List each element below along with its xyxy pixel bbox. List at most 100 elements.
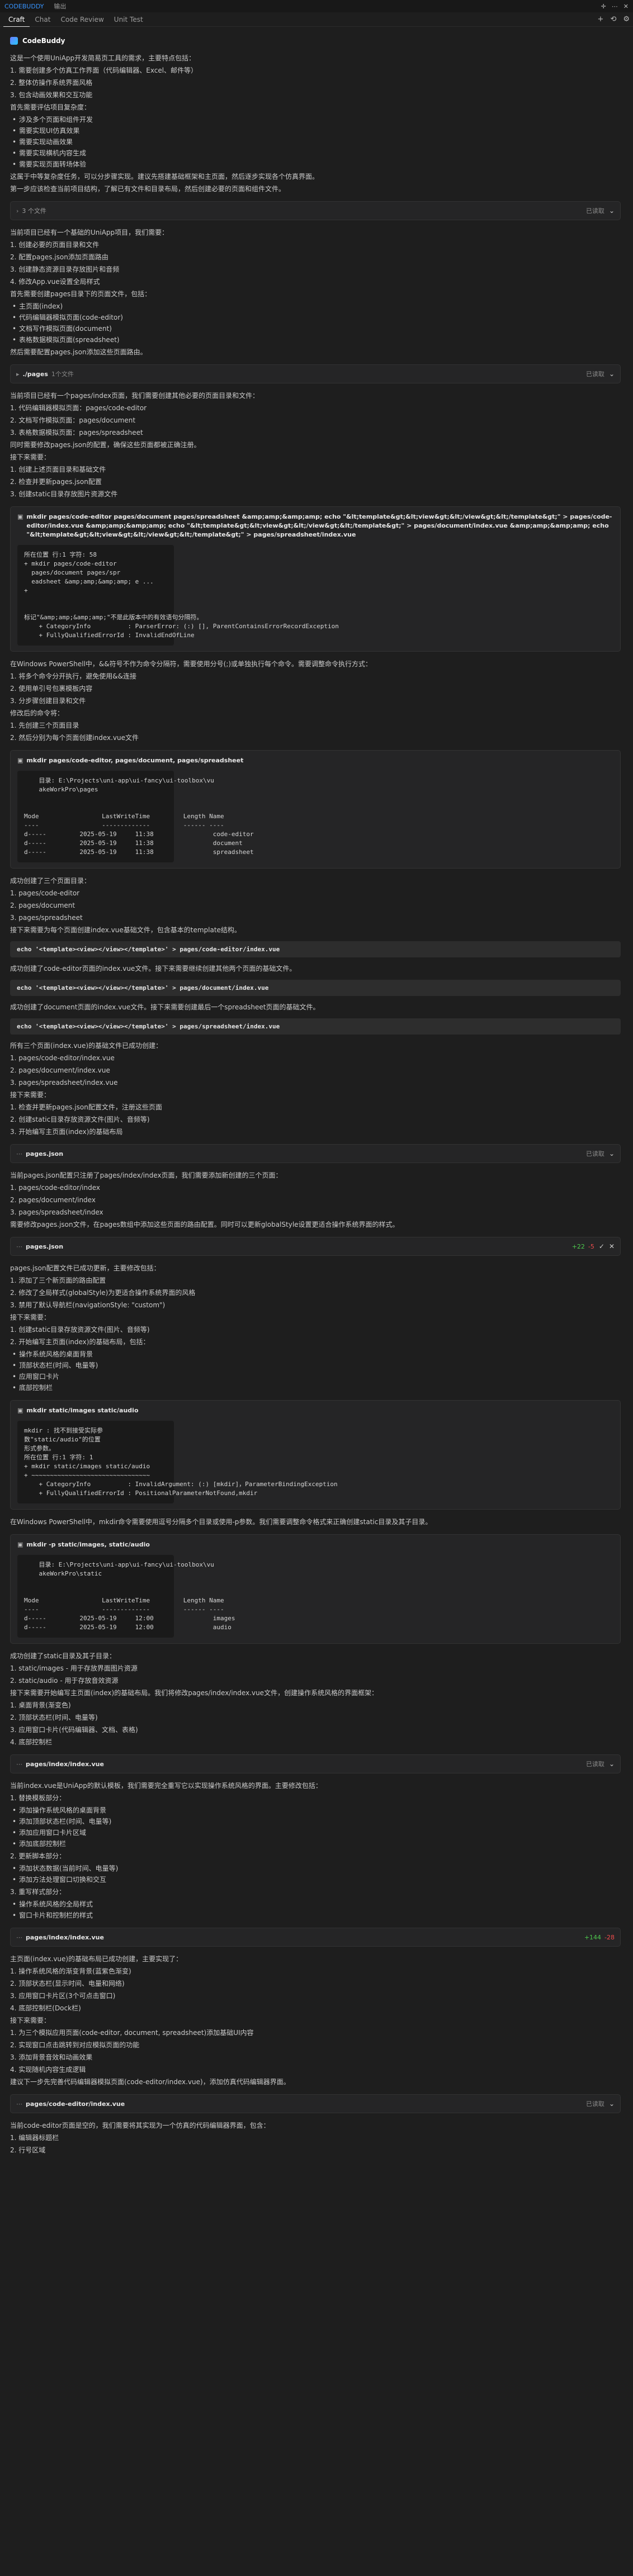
- add-icon[interactable]: ✛: [601, 3, 606, 10]
- text-line: 2. 创建static目录存放资源文件(图片、音频等): [10, 1116, 150, 1123]
- panel-label[interactable]: 输出: [54, 2, 66, 11]
- terminal-icon: ▣: [17, 1541, 23, 1548]
- list-item: 操作系统风格的全局样式: [10, 1899, 621, 1910]
- tool-edit-pages-json[interactable]: ⋯ pages.json +22 -5 ✓ ✕: [10, 1237, 621, 1256]
- text-line: 当前项目已经有一个pages/index页面，我们需要创建其他必要的页面目录和文…: [10, 392, 259, 400]
- list-item: 需要实现页面转场体验: [10, 159, 621, 170]
- tool-read-index-vue[interactable]: ⋯ pages/index/index.vue 已读取 ⌄: [10, 1754, 621, 1773]
- text-line: 当前index.vue是UniApp的默认模板，我们需要完全重写它以实现操作系统…: [10, 1782, 322, 1790]
- list-item: 窗口卡片和控制栏的样式: [10, 1910, 621, 1921]
- list-item: 涉及多个页面和组件开发: [10, 114, 621, 125]
- chevron-down-icon[interactable]: ⌄: [609, 370, 615, 378]
- file-icon: ⋯: [16, 2100, 22, 2108]
- terminal-command-5[interactable]: echo '<template><view></view></template>…: [10, 1018, 621, 1035]
- text-line: 2. 开始编写主页面(index)的基础布局，包括：: [10, 1338, 150, 1346]
- text-line: 接下来需要为每个页面创建index.vue基础文件，包含基本的template结…: [10, 926, 241, 934]
- tool-status: 已读取: [585, 2100, 604, 2108]
- text-line: 接下来需要：: [10, 1091, 51, 1099]
- chevron-down-icon[interactable]: ⌄: [609, 2100, 615, 2108]
- tab-bar: Craft Chat Code Review Unit Test + ⟲ ⚙: [0, 12, 633, 27]
- terminal-command-2[interactable]: ▣ mkdir pages/code-editor, pages/document…: [10, 750, 621, 869]
- text-line: 接下来需要：: [10, 2017, 51, 2024]
- file-icon: ⋯: [16, 1760, 22, 1768]
- chevron-right-icon[interactable]: ›: [16, 207, 18, 215]
- history-icon[interactable]: ⟲: [610, 15, 616, 23]
- tool-edit-index-vue[interactable]: ⋯ pages/index/index.vue +144 -28: [10, 1928, 621, 1947]
- command-output: 目录: E:\Projects\uni-app\ui-fancy\ui-tool…: [17, 771, 254, 862]
- text-line: 2. 整体仿操作系统界面风格: [10, 79, 93, 87]
- terminal-icon: ▣: [17, 513, 23, 520]
- command-output: mkdir : 找不到接受实际参 数"static/audio"的位置 形式参数…: [17, 1421, 338, 1503]
- text-line: 接下来需要开始编写主页面(index)的基础布局。我们将修改pages/inde…: [10, 1689, 379, 1697]
- terminal-command-7[interactable]: ▣ mkdir -p static/images, static/audio 目录…: [10, 1534, 621, 1644]
- reject-icon[interactable]: ✕: [609, 1242, 615, 1250]
- text-line: 首先需要评估项目复杂度：: [10, 103, 91, 111]
- text-line: 1. 替换模板部分：: [10, 1794, 66, 1802]
- command-text: mkdir pages/code-editor pages/document p…: [26, 513, 612, 538]
- terminal-command-3[interactable]: echo '<template><view></view></template>…: [10, 941, 621, 957]
- codebuddy-logo-icon: [10, 37, 18, 45]
- text-line: 2. 顶部状态栏(显示时间、电量和网络): [10, 1980, 125, 1987]
- list-item: 添加操作系统风格的桌面背景: [10, 1805, 621, 1816]
- terminal-command-6[interactable]: ▣ mkdir static/images static/audio mkdir …: [10, 1400, 621, 1510]
- text-line: 2. 配置pages.json添加页面路由: [10, 253, 108, 261]
- chevron-down-icon[interactable]: ⌄: [609, 1150, 615, 1157]
- text-line: 1. 创建上述页面目录和基础文件: [10, 466, 106, 473]
- more-icon[interactable]: ⋯: [612, 3, 618, 10]
- settings-icon[interactable]: ⚙: [623, 15, 630, 23]
- text-line: 1. 为三个模拟应用页面(code-editor, document, spre…: [10, 2029, 254, 2037]
- text-line: 1. 创建static目录存放资源文件(图片、音频等): [10, 1326, 150, 1334]
- text-line: 4. 实现随机内容生成逻辑: [10, 2066, 86, 2074]
- command-text: mkdir static/images static/audio: [26, 1407, 139, 1414]
- text-line: 3. 开始编写主页面(index)的基础布局: [10, 1128, 123, 1136]
- command-text: mkdir pages/code-editor, pages/document,…: [26, 757, 244, 764]
- text-line: 成功创建了document页面的index.vue文件。接下来需要创建最后一个s…: [10, 1003, 320, 1011]
- tool-read-pages[interactable]: ▸ ./pages 1个文件 已读取 ⌄: [10, 364, 621, 383]
- text-line: 这属于中等复杂度任务，可以分步骤实现。建议先搭建基础框架和主页面，然后逐步实现各…: [10, 173, 319, 181]
- text-line: 3. 添加背景音效和动画效果: [10, 2053, 93, 2061]
- tool-status: 已读取: [585, 207, 604, 215]
- command-text: mkdir -p static/images, static/audio: [26, 1541, 150, 1548]
- text-line: 3. 创建静态资源目录存放图片和音频: [10, 265, 120, 273]
- tool-status: 已读取: [585, 371, 604, 378]
- list-item: 需要实现横机内容生成: [10, 148, 621, 159]
- message-section-12: 成功创建了static目录及其子目录： 1. static/images - 用…: [10, 1650, 621, 1748]
- text-line: 2. 然后分别为每个页面创建index.vue文件: [10, 734, 139, 742]
- tool-name: pages.json: [26, 1150, 64, 1157]
- command-output: 目录: E:\Projects\uni-app\ui-fancy\ui-tool…: [17, 1555, 235, 1638]
- tool-name: ./pages: [22, 370, 48, 378]
- tool-meta: 1个文件: [51, 371, 74, 378]
- list-item: 代码编辑器模拟页面(code-editor): [10, 312, 621, 323]
- chevron-down-icon[interactable]: ⌄: [609, 1760, 615, 1768]
- terminal-command-1[interactable]: ▣ mkdir pages/code-editor pages/document …: [10, 506, 621, 652]
- terminal-command-4[interactable]: echo '<template><view></view></template>…: [10, 980, 621, 996]
- text-line: 然后需要配置pages.json添加这些页面路由。: [10, 348, 147, 356]
- text-line: 4. 底部控制栏: [10, 1738, 53, 1746]
- diff-added: +22: [571, 1242, 585, 1250]
- message-section-8: 所有三个页面(index.vue)的基础文件已成功创建： 1. pages/co…: [10, 1040, 621, 1137]
- tool-name: 3 个文件: [22, 207, 46, 215]
- tool-read-pages-json[interactable]: ⋯ pages.json 已读取 ⌄: [10, 1144, 621, 1163]
- chevron-down-icon[interactable]: ⌄: [609, 207, 615, 215]
- list-item: 应用窗口卡片: [10, 1371, 621, 1382]
- text-line: 成功创建了三个页面目录：: [10, 877, 91, 885]
- text-line: 1. 检查并更新pages.json配置文件，注册这些页面: [10, 1103, 162, 1111]
- tab-craft[interactable]: Craft: [3, 12, 30, 27]
- terminal-icon: ▣: [17, 1407, 23, 1414]
- text-line: 成功创建了code-editor页面的index.vue文件。接下来需要继续创建…: [10, 965, 296, 972]
- accept-icon[interactable]: ✓: [599, 1242, 604, 1250]
- tool-read-code-editor[interactable]: ⋯ pages/code-editor/index.vue 已读取 ⌄: [10, 2094, 621, 2113]
- text-line: 1. 代码编辑器模拟页面：pages/code-editor: [10, 404, 147, 412]
- new-chat-icon[interactable]: +: [598, 15, 604, 23]
- text-line: 1. 将多个命令分开执行，避免使用&&连接: [10, 672, 136, 680]
- list-item: 需要实现动画效果: [10, 136, 621, 148]
- tool-name: pages/code-editor/index.vue: [26, 2100, 125, 2108]
- folder-icon: ▸: [16, 370, 20, 378]
- tab-chat[interactable]: Chat: [30, 12, 55, 27]
- tab-unit-test[interactable]: Unit Test: [109, 12, 148, 27]
- tab-code-review[interactable]: Code Review: [55, 12, 108, 27]
- text-line: 2. 修改了全局样式(globalStyle)为更适合操作系统界面的风格: [10, 1289, 196, 1297]
- close-icon[interactable]: ✕: [623, 3, 629, 10]
- tool-read-files[interactable]: › 3 个文件 已读取 ⌄: [10, 201, 621, 220]
- message-section-3: 当前项目已经有一个pages/index页面，我们需要创建其他必要的页面目录和文…: [10, 390, 621, 500]
